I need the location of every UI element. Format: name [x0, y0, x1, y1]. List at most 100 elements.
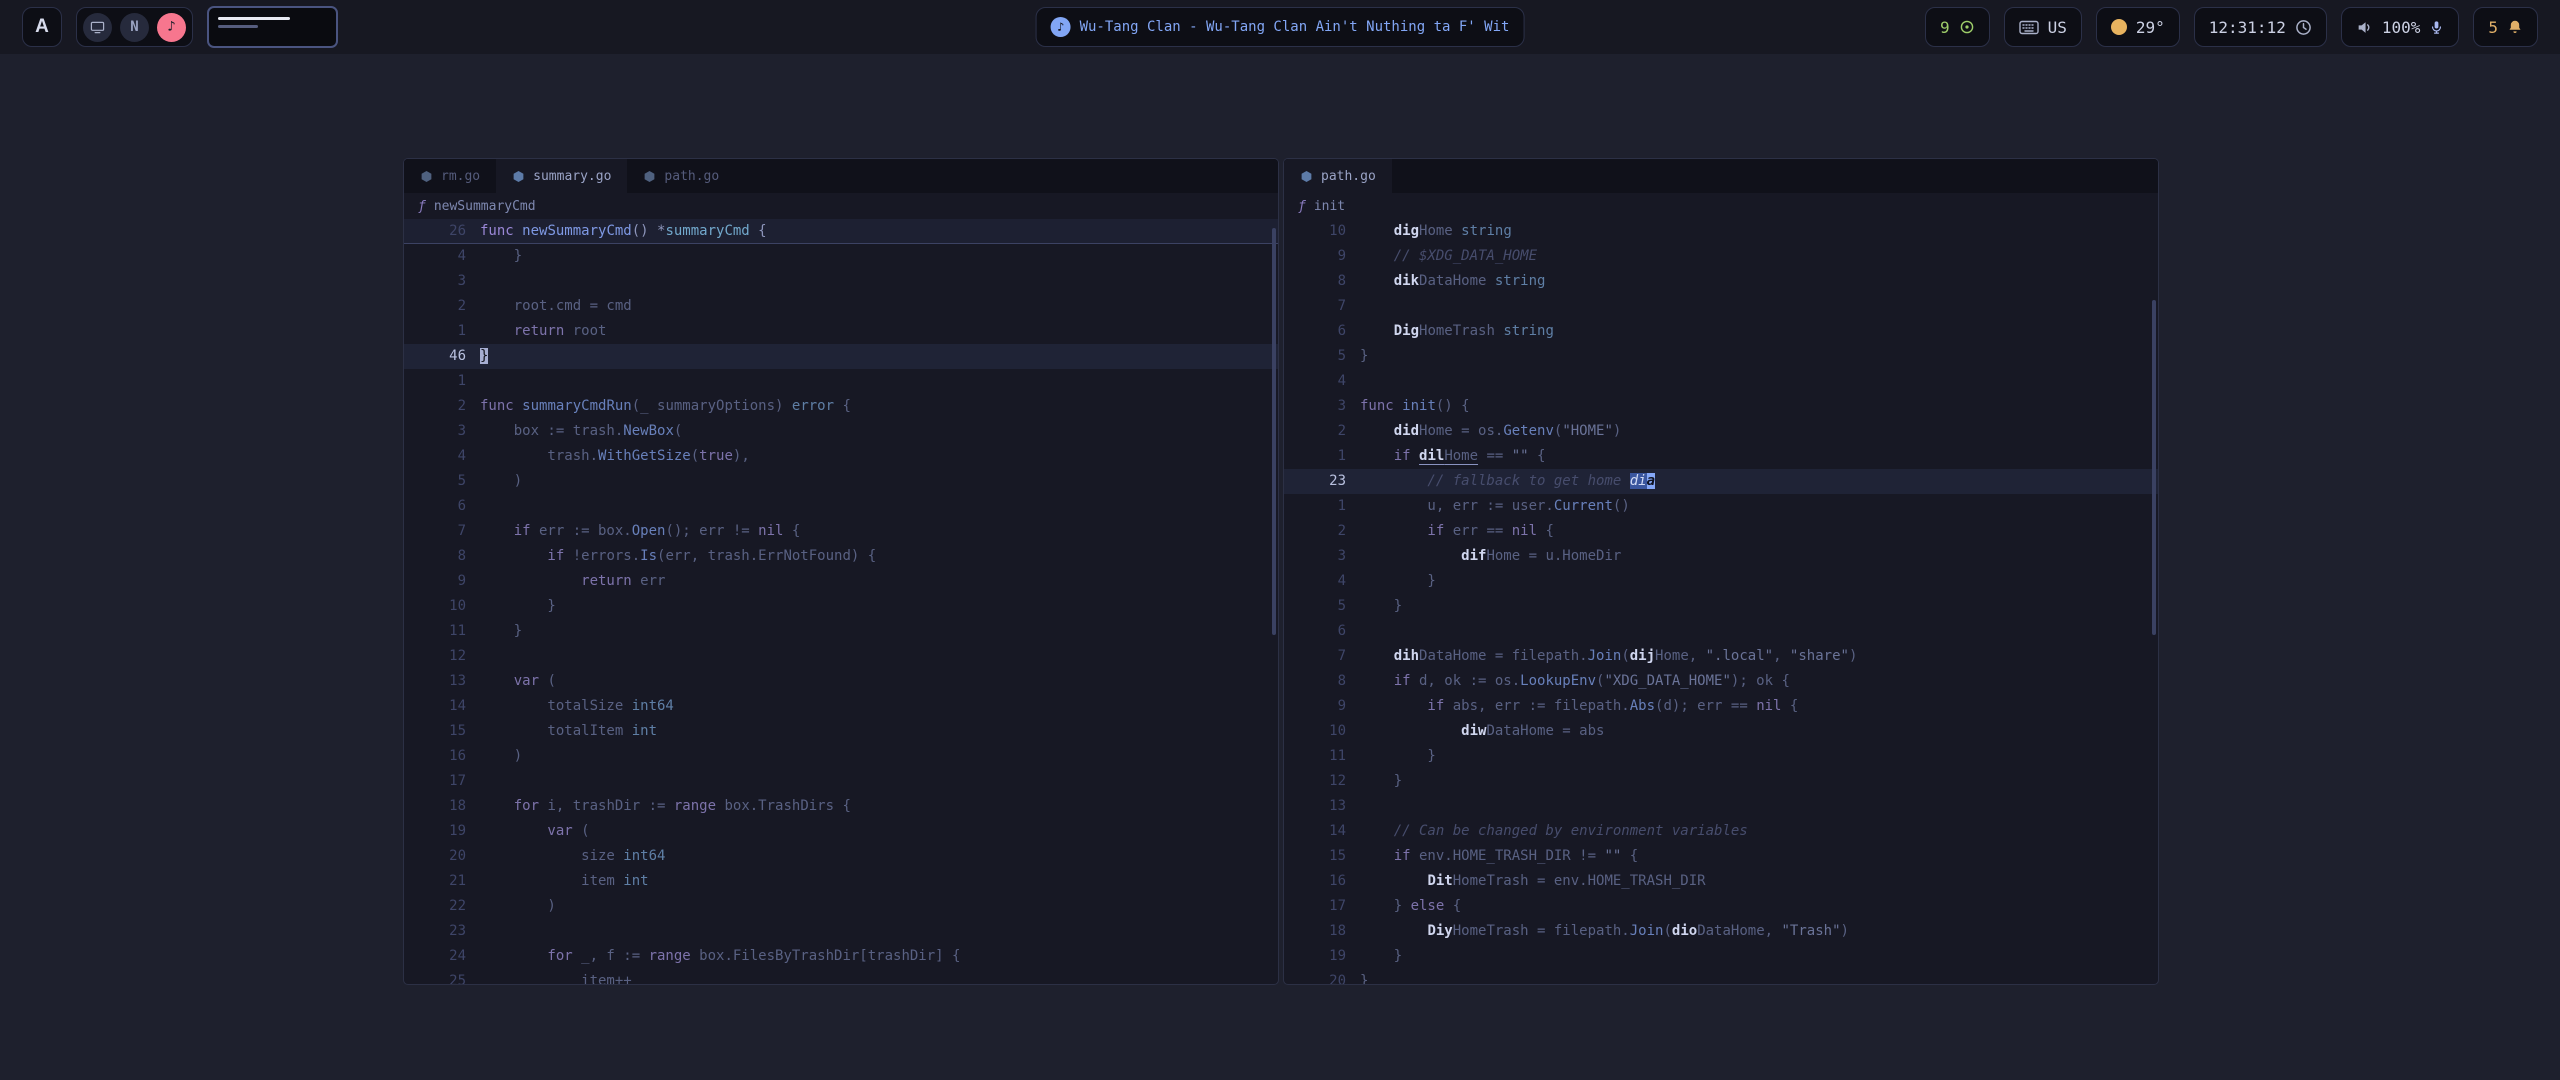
line-number: 10 [1284, 219, 1346, 244]
code-line[interactable]: 10 diwDataHome = abs [1284, 719, 2158, 744]
code-line[interactable]: 4 } [404, 244, 1278, 269]
code-line[interactable]: 2func summaryCmdRun(_ summaryOptions) er… [404, 394, 1278, 419]
code-line[interactable]: 4 trash.WithGetSize(true), [404, 444, 1278, 469]
keyboard-layout-chip[interactable]: US [2004, 7, 2082, 47]
line-number: 6 [1284, 619, 1346, 644]
code-line[interactable]: 23 [404, 919, 1278, 944]
code-line[interactable]: 17 } else { [1284, 894, 2158, 919]
code-line[interactable]: 13 [1284, 794, 2158, 819]
weather-chip[interactable]: 29° [2096, 7, 2180, 47]
line-text [1346, 369, 1360, 394]
code-line[interactable]: 2 if err == nil { [1284, 519, 2158, 544]
code-line[interactable]: 17 [404, 769, 1278, 794]
code-line[interactable]: 6 DigHomeTrash string [1284, 319, 2158, 344]
code-line[interactable]: 3 [404, 269, 1278, 294]
code-line[interactable]: 3 difHome = u.HomeDir [1284, 544, 2158, 569]
code-line[interactable]: 24 for _, f := range box.FilesByTrashDir… [404, 944, 1278, 969]
tab-rm.go[interactable]: rm.go [404, 159, 496, 193]
tab-path.go[interactable]: path.go [1284, 159, 1392, 193]
line-number: 23 [1284, 469, 1346, 494]
code-line[interactable]: 3func init() { [1284, 394, 2158, 419]
code-line[interactable]: 8 if d, ok := os.LookupEnv("XDG_DATA_HOM… [1284, 669, 2158, 694]
code-area-left[interactable]: 26func newSummaryCmd() *summaryCmd {4 }3… [404, 219, 1278, 984]
code-line[interactable]: 18 DiyHomeTrash = filepath.Join(dioDataH… [1284, 919, 2158, 944]
code-line[interactable]: 19 } [1284, 944, 2158, 969]
context-line[interactable]: 26func newSummaryCmd() *summaryCmd { [404, 219, 1278, 244]
line-text [466, 494, 480, 519]
launcher-button[interactable]: A [22, 7, 62, 47]
code-line[interactable]: 20 size int64 [404, 844, 1278, 869]
line-number: 1 [404, 369, 466, 394]
updates-count: 9 [1940, 18, 1950, 37]
window-preview[interactable] [207, 6, 338, 48]
workspace-1[interactable] [83, 13, 112, 42]
code-line[interactable]: 18 for i, trashDir := range box.TrashDir… [404, 794, 1278, 819]
code-line[interactable]: 23 // fallback to get home dia [1284, 469, 2158, 494]
clock-chip[interactable]: 12:31:12 [2194, 7, 2327, 47]
code-line[interactable]: 5} [1284, 344, 2158, 369]
code-line[interactable]: 7 if err := box.Open(); err != nil { [404, 519, 1278, 544]
volume-chip[interactable]: 100% [2341, 7, 2460, 47]
line-number: 1 [1284, 494, 1346, 519]
code-line[interactable]: 22 ) [404, 894, 1278, 919]
code-line[interactable]: 8 if !errors.Is(err, trash.ErrNotFound) … [404, 544, 1278, 569]
media-title-chip[interactable]: ♪ Wu-Tang Clan - Wu-Tang Clan Ain't Nuth… [1036, 7, 1525, 47]
code-line[interactable]: 14 // Can be changed by environment vari… [1284, 819, 2158, 844]
code-line[interactable]: 6 [404, 494, 1278, 519]
code-line[interactable]: 20} [1284, 969, 2158, 984]
notifications-chip[interactable]: 5 [2473, 7, 2538, 47]
code-line[interactable]: 7 [1284, 294, 2158, 319]
line-text: item int [466, 869, 649, 894]
line-text: } [1346, 344, 1368, 369]
code-line[interactable]: 9 if abs, err := filepath.Abs(d); err ==… [1284, 694, 2158, 719]
code-line[interactable]: 10 } [404, 594, 1278, 619]
code-line[interactable]: 1 [404, 369, 1278, 394]
code-line[interactable]: 1 u, err := user.Current() [1284, 494, 2158, 519]
code-line[interactable]: 12 [404, 644, 1278, 669]
line-number: 16 [404, 744, 466, 769]
code-line[interactable]: 9 // $XDG_DATA_HOME [1284, 244, 2158, 269]
code-line[interactable]: 25 item++ [404, 969, 1278, 984]
code-line[interactable]: 6 [1284, 619, 2158, 644]
line-number: 23 [404, 919, 466, 944]
scrollbar-left[interactable] [1272, 228, 1276, 635]
scrollbar-right[interactable] [2152, 300, 2156, 635]
workspace-2[interactable]: N [120, 13, 149, 42]
code-line[interactable]: 4 } [1284, 569, 2158, 594]
code-line[interactable]: 13 var ( [404, 669, 1278, 694]
code-line[interactable]: 12 } [1284, 769, 2158, 794]
tab-path.go[interactable]: path.go [627, 159, 735, 193]
code-line[interactable]: 14 totalSize int64 [404, 694, 1278, 719]
code-line[interactable]: 9 return err [404, 569, 1278, 594]
code-line[interactable]: 15 totalItem int [404, 719, 1278, 744]
code-line[interactable]: 21 item int [404, 869, 1278, 894]
code-line[interactable]: 5 ) [404, 469, 1278, 494]
code-line[interactable]: 1 if dilHome == "" { [1284, 444, 2158, 469]
function-icon: ƒ [1298, 199, 1306, 214]
code-line[interactable]: 15 if env.HOME_TRASH_DIR != "" { [1284, 844, 2158, 869]
updates-indicator[interactable]: 9 [1925, 7, 1990, 47]
code-line[interactable]: 46} [404, 344, 1278, 369]
code-line[interactable]: 10 digHome string [1284, 219, 2158, 244]
code-line[interactable]: 8 dikDataHome string [1284, 269, 2158, 294]
line-text: } [1346, 594, 1402, 619]
line-text: func summaryCmdRun(_ summaryOptions) err… [466, 394, 851, 419]
tab-summary.go[interactable]: summary.go [496, 159, 627, 193]
code-line[interactable]: 2 didHome = os.Getenv("HOME") [1284, 419, 2158, 444]
top-bar: A N ♪ ♪ [0, 0, 2560, 54]
code-line[interactable]: 4 [1284, 369, 2158, 394]
workspace-3-active[interactable]: ♪ [157, 13, 186, 42]
code-line[interactable]: 2 root.cmd = cmd [404, 294, 1278, 319]
code-line[interactable]: 7 dihDataHome = filepath.Join(dijHome, "… [1284, 644, 2158, 669]
code-area-right[interactable]: 10 digHome string9 // $XDG_DATA_HOME8 di… [1284, 219, 2158, 984]
code-line[interactable]: 11 } [404, 619, 1278, 644]
code-line[interactable]: 19 var ( [404, 819, 1278, 844]
breadcrumb-left: ƒ newSummaryCmd [404, 193, 1278, 219]
code-line[interactable]: 1 return root [404, 319, 1278, 344]
code-line[interactable]: 5 } [1284, 594, 2158, 619]
code-line[interactable]: 16 ) [404, 744, 1278, 769]
code-line[interactable]: 11 } [1284, 744, 2158, 769]
code-line[interactable]: 3 box := trash.NewBox( [404, 419, 1278, 444]
code-line[interactable]: 16 DitHomeTrash = env.HOME_TRASH_DIR [1284, 869, 2158, 894]
go-file-icon [1300, 170, 1313, 183]
